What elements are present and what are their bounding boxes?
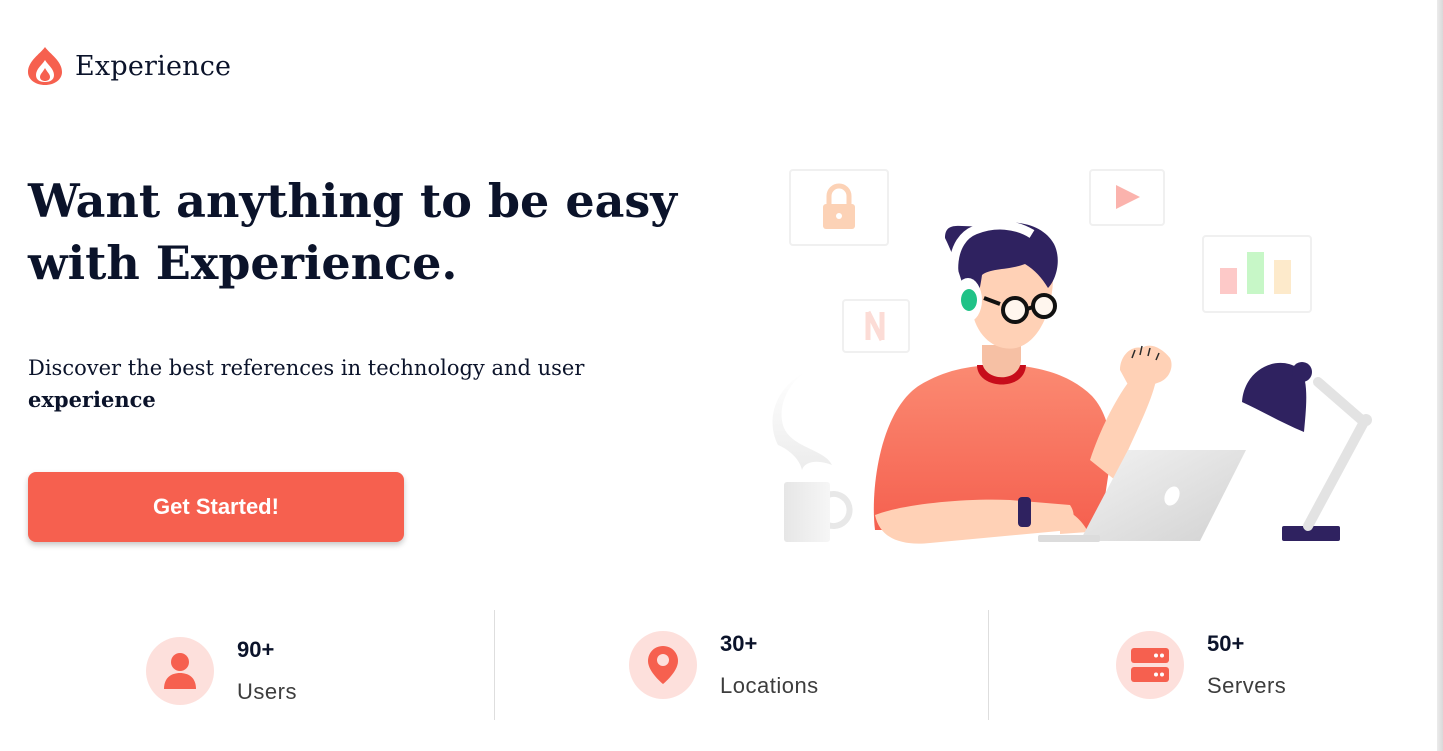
hero-title: Want anything to be easy with Experience… [28,170,688,294]
stat-divider [494,610,495,720]
hero-subtitle-bold: experience [28,387,156,412]
page-scrollbar-edge [1437,0,1443,751]
stat-users: 90+ Users [146,636,297,706]
stat-servers-label: Servers [1207,673,1287,698]
user-icon [164,653,196,689]
hero-title-line2: with Experience. [28,236,458,290]
stat-locations-value: 30+ [720,631,758,656]
brand-name: Experience [75,50,232,82]
get-started-button[interactable]: Get Started! [28,472,404,542]
server-icon [1131,648,1169,682]
hero-subtitle: Discover the best references in technolo… [28,352,668,416]
stat-users-label: Users [237,679,297,704]
play-card [1089,169,1165,226]
hero-title-line1: Want anything to be easy [28,174,678,228]
hero-subtitle-text: Discover the best references in technolo… [28,356,585,380]
server-icon-badge [1116,631,1184,699]
user-icon-badge [146,637,214,705]
location-pin-icon [648,646,678,684]
stat-users-value: 90+ [237,637,275,662]
stat-locations-label: Locations [720,673,819,698]
chart-card [1202,235,1312,313]
netflix-card [842,299,910,353]
stats-bar: 90+ Users 30+ Locations 50+ Servers [0,610,1437,722]
person-with-laptop-illustration [772,169,1372,544]
stat-servers: 50+ Servers [1116,630,1286,700]
stat-divider [988,610,989,720]
flame-logo-icon [28,47,62,85]
stat-locations: 30+ Locations [629,630,819,700]
brand-logo[interactable]: Experience [26,46,231,86]
lock-card [789,169,889,246]
mug-icon [784,482,853,542]
stat-servers-value: 50+ [1207,631,1245,656]
desk-lamp-icon [1242,362,1372,541]
steam [772,370,832,470]
location-pin-icon-badge [629,631,697,699]
